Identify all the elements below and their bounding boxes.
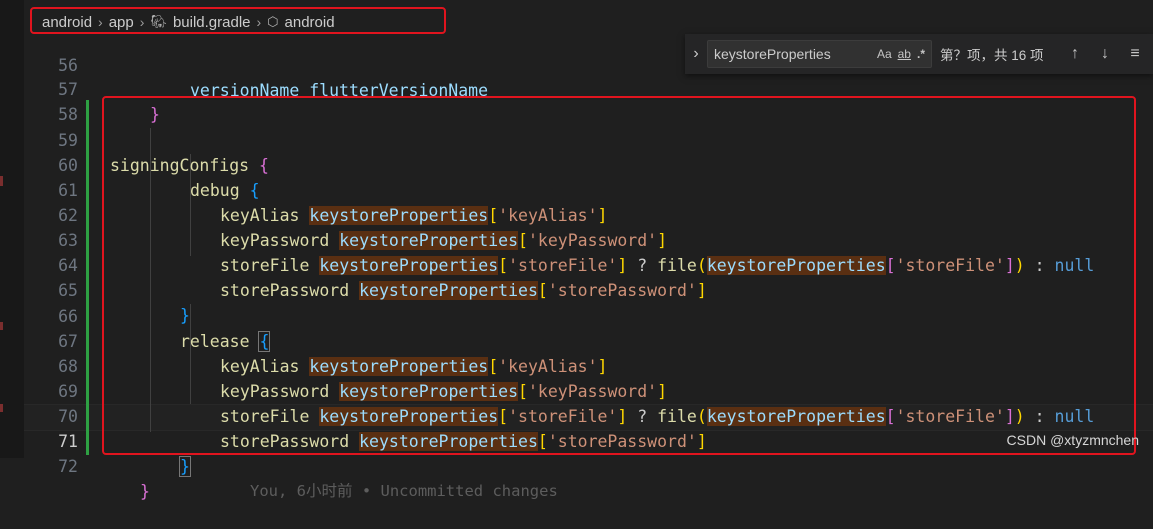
highlight-box-code: [102, 96, 1136, 455]
selection-lines-icon[interactable]: ≡: [1120, 45, 1150, 63]
match-case-toggle[interactable]: Aa: [877, 47, 892, 61]
code-brace: }: [140, 482, 150, 501]
chevron-right-icon[interactable]: ›: [685, 45, 707, 63]
find-input[interactable]: keystoreProperties Aa ab .*: [707, 40, 932, 68]
find-widget: › keystoreProperties Aa ab .* 第？项，共 16 项…: [685, 34, 1153, 74]
code-brace: }: [179, 456, 191, 477]
activity-marker: [0, 404, 3, 412]
find-query[interactable]: keystoreProperties: [714, 46, 871, 62]
activity-strip: [0, 0, 24, 458]
git-blame-annotation: You, 6小时前 • Uncommitted changes: [250, 482, 558, 500]
arrow-down-icon[interactable]: ↓: [1090, 45, 1120, 63]
find-result-count: 第？项，共 16 项: [940, 48, 1044, 63]
watermark: CSDN @xtyzmnchen: [1006, 432, 1139, 448]
regex-toggle[interactable]: .*: [917, 47, 925, 61]
arrow-up-icon[interactable]: ↑: [1060, 45, 1090, 63]
whole-word-toggle[interactable]: ab: [898, 47, 911, 61]
activity-marker: [0, 322, 3, 330]
activity-marker: [0, 176, 3, 186]
